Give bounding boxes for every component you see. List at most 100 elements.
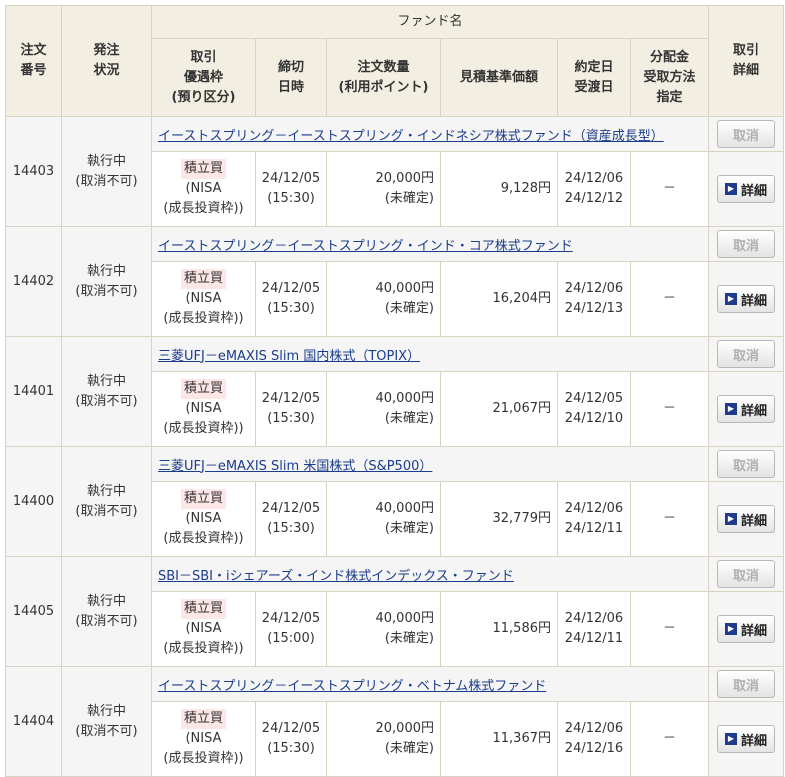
deadline-date: 24/12/05 — [261, 171, 321, 186]
order-number: 14402 — [5, 226, 62, 337]
play-icon: ▶ — [725, 183, 737, 195]
quantity-value: 20,000円 — [375, 171, 435, 186]
header-dividend-line1: 分配金 — [650, 49, 690, 65]
detail-button[interactable]: ▶ 詳細 — [717, 725, 776, 753]
nav-cell: 32,779円 — [440, 481, 558, 557]
header-order-no: 注文 番号 — [5, 5, 62, 117]
header-category-line3: (預り区分) — [171, 89, 236, 105]
dates-cell: 24/12/06 24/12/12 — [557, 151, 631, 227]
detail-button[interactable]: ▶ 詳細 — [717, 285, 776, 313]
header-status-line2: 状況 — [93, 63, 120, 78]
trade-date: 24/12/06 — [564, 171, 624, 186]
quantity-sub: (未確定) — [384, 301, 434, 316]
status-text: 執行中 — [86, 483, 126, 499]
account-sub: (成長投資枠)) — [163, 641, 244, 656]
deadline-cell: 24/12/05 (15:30) — [255, 481, 327, 557]
detail-button-label: 詳細 — [741, 513, 768, 529]
settle-date: 24/12/11 — [564, 631, 624, 646]
play-icon: ▶ — [725, 293, 737, 305]
order-number: 14405 — [5, 556, 62, 667]
quantity-value: 40,000円 — [375, 501, 435, 516]
header-category-line2: 優遇枠 — [183, 69, 223, 85]
quantity-cell: 40,000円 (未確定) — [326, 591, 441, 667]
trade-date: 24/12/05 — [564, 391, 624, 406]
quantity-cell: 40,000円 (未確定) — [326, 261, 441, 337]
fund-name-link[interactable]: イーストスプリング－イーストスプリング・インドネシア株式ファンド（資産成長型） — [158, 129, 664, 144]
deadline-date: 24/12/05 — [261, 501, 321, 516]
header-deadline: 締切 日時 — [255, 38, 327, 117]
order-row-fund: 14401 執行中 (取消不可) 三菱UFJ－eMAXIS Slim 国内株式（TOP… — [5, 336, 785, 447]
category-badge: 積立買 — [180, 489, 226, 509]
detail-cell: ▶ 詳細 — [708, 371, 785, 447]
cancel-cell: 取消 — [708, 446, 785, 482]
category-badge: 積立買 — [180, 709, 226, 729]
cancel-button[interactable]: 取消 — [717, 450, 776, 478]
order-status: 執行中 (取消不可) — [61, 226, 152, 337]
detail-button-label: 詳細 — [741, 403, 768, 419]
account-sub: (成長投資枠)) — [163, 311, 244, 326]
header-detail-line1: 取引 — [733, 43, 760, 58]
cancel-button[interactable]: 取消 — [717, 120, 776, 148]
account-type: (NISA — [185, 511, 222, 526]
order-status: 執行中 (取消不可) — [61, 556, 152, 667]
fund-name-link[interactable]: イーストスプリング－イーストスプリング・インド・コア株式ファンド — [158, 239, 573, 254]
cancel-cell: 取消 — [708, 556, 785, 592]
category-cell: 積立買 (NISA (成長投資枠)) — [151, 371, 256, 447]
fund-name-cell: イーストスプリング－イーストスプリング・インドネシア株式ファンド（資産成長型） — [150, 116, 710, 152]
nav-cell: 9,128円 — [440, 151, 558, 227]
fund-name-cell: 三菱UFJ－eMAXIS Slim 米国株式（S&P500） — [150, 446, 710, 482]
detail-cell: ▶ 詳細 — [708, 261, 785, 337]
category-badge: 積立買 — [180, 599, 226, 619]
cancel-button[interactable]: 取消 — [717, 230, 776, 258]
order-row-fund: 14402 執行中 (取消不可) イーストスプリング－イーストスプリング・インド・コア… — [5, 226, 785, 337]
order-row-fund: 14403 執行中 (取消不可) イーストスプリング－イーストスプリング・インドネシア… — [5, 116, 785, 227]
category-badge: 積立買 — [180, 379, 226, 399]
deadline-date: 24/12/05 — [261, 391, 321, 406]
header-fund-name: ファンド名 — [150, 5, 710, 39]
header-category-line1: 取引 — [190, 49, 217, 65]
header-dates: 約定日 受渡日 — [557, 38, 631, 117]
nav-cell: 11,586円 — [440, 591, 558, 667]
status-text: 執行中 — [86, 153, 126, 169]
dates-cell: 24/12/06 24/12/13 — [557, 261, 631, 337]
detail-button[interactable]: ▶ 詳細 — [717, 615, 776, 643]
dividend-cell: － — [629, 701, 710, 777]
account-sub: (成長投資枠)) — [163, 201, 244, 216]
quantity-value: 40,000円 — [375, 611, 435, 626]
fund-name-cell: 三菱UFJ－eMAXIS Slim 国内株式（TOPIX） — [150, 336, 710, 372]
order-status: 執行中 (取消不可) — [61, 666, 152, 777]
detail-button[interactable]: ▶ 詳細 — [717, 505, 776, 533]
quantity-sub: (未確定) — [384, 521, 434, 536]
cancel-button[interactable]: 取消 — [717, 340, 776, 368]
trade-date: 24/12/06 — [564, 721, 624, 736]
header-deadline-line1: 締切 — [277, 59, 304, 75]
dividend-cell: － — [629, 371, 710, 447]
fund-name-link[interactable]: 三菱UFJ－eMAXIS Slim 国内株式（TOPIX） — [158, 349, 420, 364]
cancel-cell: 取消 — [708, 116, 785, 152]
fund-name-link[interactable]: イーストスプリング－イーストスプリング・ベトナム株式ファンド — [158, 679, 546, 694]
fund-name-link[interactable]: 三菱UFJ－eMAXIS Slim 米国株式（S&P500） — [158, 459, 432, 474]
detail-button-label: 詳細 — [741, 733, 768, 749]
dates-cell: 24/12/06 24/12/11 — [557, 481, 631, 557]
cancel-button[interactable]: 取消 — [717, 560, 776, 588]
fund-name-cell: イーストスプリング－イーストスプリング・ベトナム株式ファンド — [150, 666, 710, 702]
fund-name-cell: SBI－SBI・iシェアーズ・インド株式インデックス・ファンド — [150, 556, 710, 592]
deadline-cell: 24/12/05 (15:30) — [255, 371, 327, 447]
header-dividend: 分配金 受取方法 指定 — [629, 38, 710, 117]
status-sub: (取消不可) — [75, 723, 138, 739]
detail-button-label: 詳細 — [741, 623, 768, 639]
play-icon: ▶ — [725, 403, 737, 415]
nav-cell: 16,204円 — [440, 261, 558, 337]
order-number: 14400 — [5, 446, 62, 557]
order-row-fund: 14405 執行中 (取消不可) SBI－SBI・iシェアーズ・インド株式インデックス… — [5, 556, 785, 667]
detail-button[interactable]: ▶ 詳細 — [717, 395, 776, 423]
status-text: 執行中 — [86, 373, 126, 389]
quantity-cell: 40,000円 (未確定) — [326, 481, 441, 557]
detail-button[interactable]: ▶ 詳細 — [717, 175, 776, 203]
cancel-button[interactable]: 取消 — [717, 670, 776, 698]
fund-name-link[interactable]: SBI－SBI・iシェアーズ・インド株式インデックス・ファンド — [158, 569, 514, 584]
account-type: (NISA — [185, 181, 222, 196]
quantity-value: 20,000円 — [375, 721, 435, 736]
status-sub: (取消不可) — [75, 173, 138, 189]
status-text: 執行中 — [86, 593, 126, 609]
